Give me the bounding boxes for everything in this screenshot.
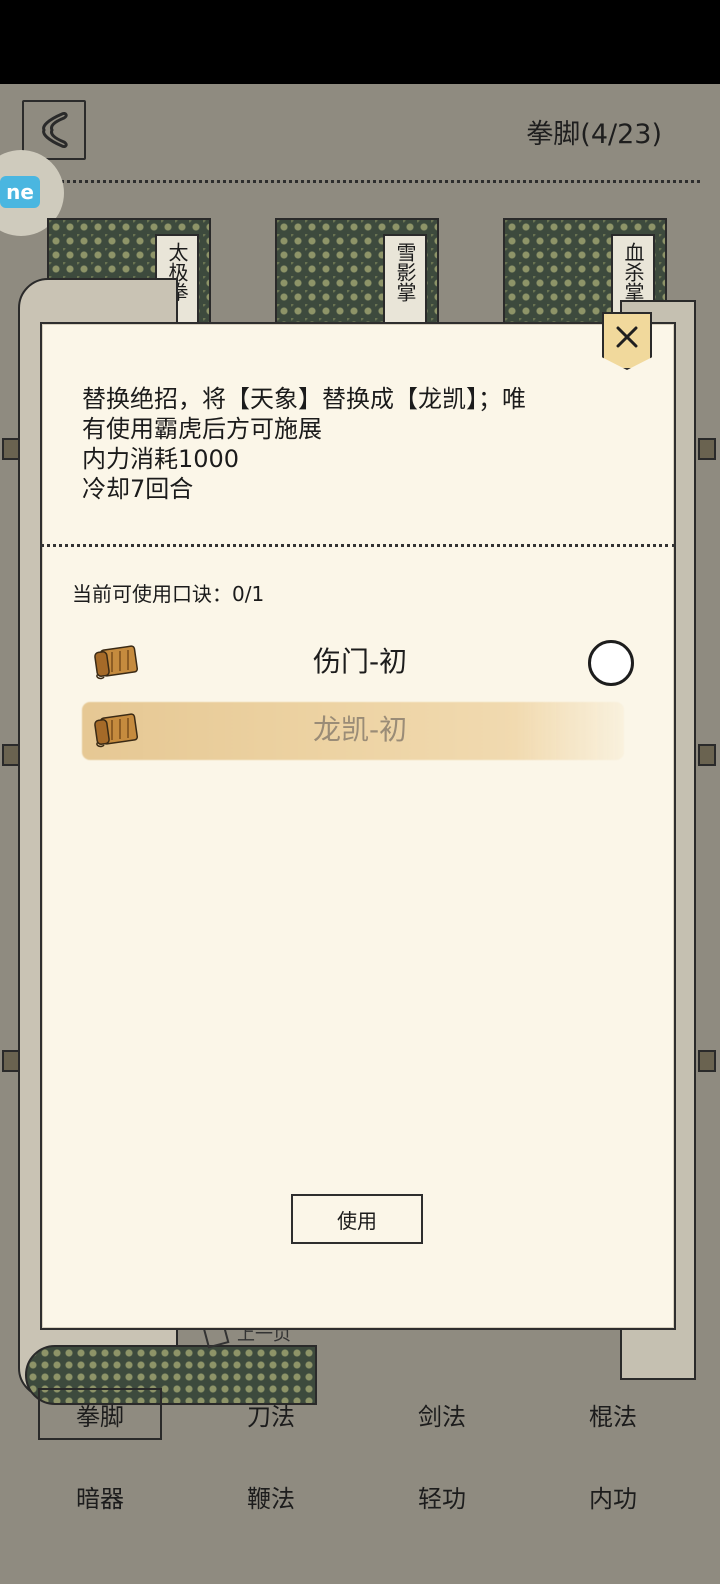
formula-item: 龙凯-初 xyxy=(82,700,638,760)
tab-neigong[interactable]: 内功 xyxy=(551,1470,675,1522)
use-button-label: 使用 xyxy=(337,1208,377,1233)
tab-label: 拳脚 xyxy=(76,1402,124,1431)
skill-description: 替换绝招，将【天象】替换成【龙凯】；唯 有使用霸虎后方可施展 内力消耗1000 … xyxy=(82,384,622,504)
badge-chip: ne xyxy=(0,176,40,208)
description-line: 有使用霸虎后方可施展 xyxy=(82,415,322,443)
scroll-pin xyxy=(698,1050,716,1072)
formula-count-label: 当前可使用口诀：0/1 xyxy=(72,582,265,606)
scroll-pin xyxy=(698,744,716,766)
formula-name: 伤门-初 xyxy=(312,645,408,678)
tab-qinggong[interactable]: 轻功 xyxy=(380,1470,504,1522)
skill-book-label: 雪影掌 xyxy=(383,234,427,334)
tab-label: 内功 xyxy=(589,1484,637,1513)
formula-name: 龙凯-初 xyxy=(312,713,408,746)
tab-quanjiao[interactable]: 拳脚 xyxy=(38,1388,162,1440)
tab-anqi[interactable]: 暗器 xyxy=(38,1470,162,1522)
tab-label: 剑法 xyxy=(418,1402,466,1431)
description-line: 冷却7回合 xyxy=(82,475,194,503)
select-radio[interactable] xyxy=(588,640,634,686)
description-line: 替换绝招，将【天象】替换成【龙凯】；唯 xyxy=(82,385,526,413)
scroll-pin xyxy=(2,1050,20,1072)
back-arrow-icon xyxy=(42,112,68,148)
use-button[interactable]: 使用 xyxy=(291,1194,423,1244)
skill-book: 雪影掌 xyxy=(275,218,439,334)
tab-jianfa[interactable]: 剑法 xyxy=(380,1388,504,1440)
formula-item[interactable]: 伤门-初 xyxy=(82,632,638,692)
tab-label: 鞭法 xyxy=(247,1484,295,1513)
category-title: 拳脚(4/23) xyxy=(526,119,662,150)
close-icon xyxy=(616,326,638,348)
tab-label: 棍法 xyxy=(589,1402,637,1431)
dialog-divider xyxy=(40,544,676,547)
scroll-pin xyxy=(2,438,20,460)
scroll-pin xyxy=(2,744,20,766)
tab-gunfa[interactable]: 棍法 xyxy=(551,1388,675,1440)
status-bar xyxy=(0,0,720,84)
tab-label: 暗器 xyxy=(76,1484,124,1513)
description-line: 内力消耗1000 xyxy=(82,445,240,473)
tab-bianfa[interactable]: 鞭法 xyxy=(209,1470,333,1522)
tab-label: 刀法 xyxy=(247,1402,295,1431)
header-divider xyxy=(50,180,700,183)
tab-label: 轻功 xyxy=(418,1484,466,1513)
scroll-pin xyxy=(698,438,716,460)
tab-daofa[interactable]: 刀法 xyxy=(209,1388,333,1440)
